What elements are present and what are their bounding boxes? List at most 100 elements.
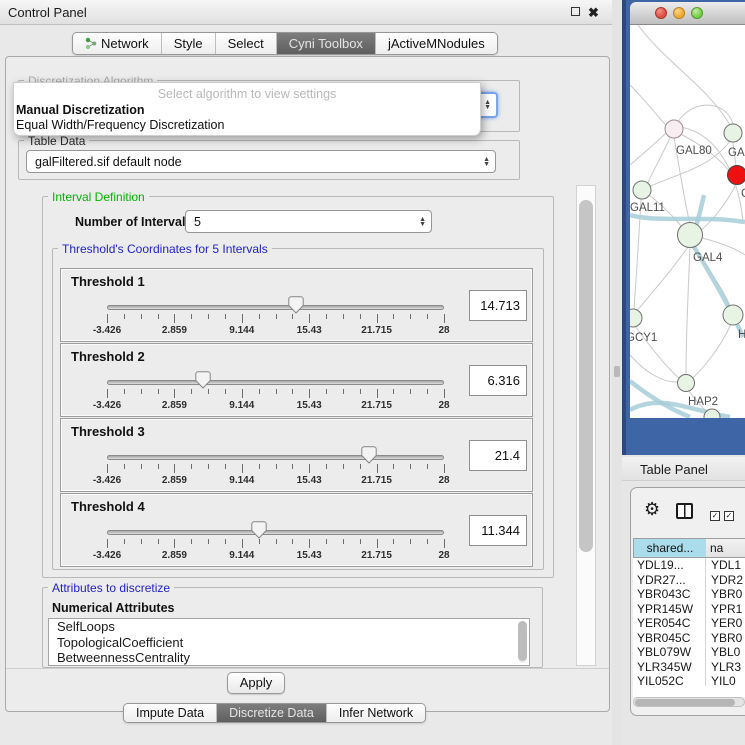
network-edge[interactable] [630,85,668,127]
name-cell[interactable]: YBL0 [706,645,745,660]
splitter-handle[interactable] [614,366,620,377]
close-traffic-light-icon[interactable] [655,7,667,19]
shared-name-cell[interactable]: YBR045C [633,631,706,646]
network-edge[interactable] [636,247,688,312]
float-window-icon[interactable] [569,6,582,19]
threshold-slider-track[interactable] [107,455,444,460]
algorithm-option-equal-width[interactable]: Equal Width/Frequency Discretization [16,118,224,132]
attributes-scrollbar-thumb[interactable] [518,621,527,661]
table-row[interactable]: YLR345WYLR3 [633,660,745,675]
network-node-gal4[interactable] [678,223,703,248]
network-node-hap2[interactable] [678,375,695,392]
table-row[interactable]: YDL19...YDL1 [633,558,745,573]
apply-button[interactable]: Apply [227,672,285,694]
column-header-shared-name[interactable]: shared... [633,538,707,558]
threshold-slider-thumb[interactable] [288,296,304,314]
close-icon[interactable]: ✖ [587,6,600,19]
threshold-value-field[interactable]: 14.713 [469,290,527,321]
bottom-tab-impute-data[interactable]: Impute Data [124,704,217,722]
network-node-gal80[interactable] [665,120,683,138]
network-edge[interactable] [638,25,730,125]
bottom-tab-infer-network[interactable]: Infer Network [327,704,425,722]
shared-name-cell[interactable]: YER054C [633,616,706,631]
settings-scrollbar[interactable] [576,185,596,666]
network-edge[interactable] [700,184,736,231]
table-horizontal-scrollbar-thumb[interactable] [635,699,735,706]
name-cell[interactable]: YBR0 [706,631,745,646]
network-canvas[interactable]: GAL80GACGAL11GAL4GCY1HHAP2 [630,25,745,418]
network-edge[interactable] [630,133,666,165]
name-cell[interactable]: YDL1 [706,558,745,573]
bottom-tab-discretize-data[interactable]: Discretize Data [217,704,327,722]
network-edge[interactable] [686,248,690,374]
tab-cyni-toolbox[interactable]: Cyni Toolbox [277,33,376,54]
tab-select[interactable]: Select [216,33,277,54]
algorithm-prompt-item[interactable]: Select algorithm to view settings [14,87,480,101]
table-row[interactable]: YIL052CYIL0 [633,674,745,686]
tick-mark [309,389,310,398]
name-cell[interactable]: YBR0 [706,587,745,602]
shared-name-cell[interactable]: YDR27... [633,573,706,588]
threshold-slider-thumb[interactable] [361,446,377,464]
tab-jactivemnodules[interactable]: jActiveMNodules [376,33,497,54]
shared-name-cell[interactable]: YBR043C [633,587,706,602]
network-edge[interactable] [693,324,731,378]
table-row[interactable]: YER054CYER0 [633,616,745,631]
network-thick-edge[interactable] [630,215,745,222]
table-horizontal-scrollbar[interactable] [633,697,745,707]
shared-name-cell[interactable]: YIL052C [633,674,706,686]
threshold-slider-track[interactable] [107,305,444,310]
table-row[interactable]: YPR145WYPR1 [633,602,745,617]
select-columns-icon[interactable]: ✓ [724,511,734,521]
attribute-list-item[interactable]: SelfLoops [49,619,529,635]
column-header-name[interactable]: na [706,538,745,558]
network-window-titlebar[interactable] [630,2,745,25]
attributes-scrollbar[interactable] [518,621,527,663]
threshold-value-field[interactable]: 6.316 [469,365,527,396]
threshold-tick-row [107,539,444,549]
network-node-gal11[interactable] [633,181,651,199]
shared-name-cell[interactable]: YDL19... [633,558,706,573]
panel-splitter[interactable] [612,0,622,745]
zoom-traffic-light-icon[interactable] [691,7,703,19]
threshold-slider-track[interactable] [107,380,444,385]
name-cell[interactable]: YER0 [706,616,745,631]
select-columns-icon[interactable]: ✓ [710,511,720,521]
network-edge[interactable] [674,105,733,129]
algorithm-option-manual[interactable]: Manual Discretization [16,103,145,117]
column-layout-icon[interactable] [676,503,693,519]
table-data-combo[interactable]: galFiltered.sif default node ▲▼ [26,150,496,173]
threshold-value-field[interactable]: 11.344 [469,515,527,546]
network-edge[interactable] [630,355,678,382]
attribute-list-item[interactable]: TopologicalCoefficient [49,635,529,651]
threshold-slider-thumb[interactable] [195,371,211,389]
shared-name-cell[interactable]: YBL079W [633,645,706,660]
tab-network[interactable]: Network [73,33,162,54]
network-node-gcy1[interactable] [630,309,642,327]
threshold-slider-track[interactable] [107,530,444,535]
name-cell[interactable]: YPR1 [706,602,745,617]
shared-name-cell[interactable]: YPR145W [633,602,706,617]
minimize-traffic-light-icon[interactable] [673,7,685,19]
name-cell[interactable]: YIL0 [706,674,745,686]
network-node-h[interactable] [723,305,743,325]
table-row[interactable]: YDR27...YDR2 [633,573,745,588]
settings-scrollbar-thumb[interactable] [579,200,593,552]
threshold-value-field[interactable]: 21.4 [469,440,527,471]
number-of-intervals-combo[interactable]: 5 ▲▼ [185,210,432,233]
network-node-ga[interactable] [724,124,742,142]
network-edge[interactable] [647,138,670,185]
table-row[interactable]: YBL079WYBL0 [633,645,745,660]
table-row[interactable]: YBR045CYBR0 [633,631,745,646]
shared-name-cell[interactable]: YLR345W [633,660,706,675]
name-cell[interactable]: YLR3 [706,660,745,675]
threshold-panel: Threshold 4 -3.4262.8599.14415.4321.7152… [60,493,533,567]
network-node-c[interactable] [728,166,745,185]
tab-style[interactable]: Style [162,33,216,54]
numerical-attributes-list[interactable]: SelfLoopsTopologicalCoefficientBetweenne… [48,618,530,666]
threshold-slider-thumb[interactable] [251,521,267,539]
table-row[interactable]: YBR043CYBR0 [633,587,745,602]
settings-gear-icon[interactable]: ⚙ [644,500,660,518]
attribute-list-item[interactable]: BetweennessCentrality [49,650,529,666]
name-cell[interactable]: YDR2 [706,573,745,588]
